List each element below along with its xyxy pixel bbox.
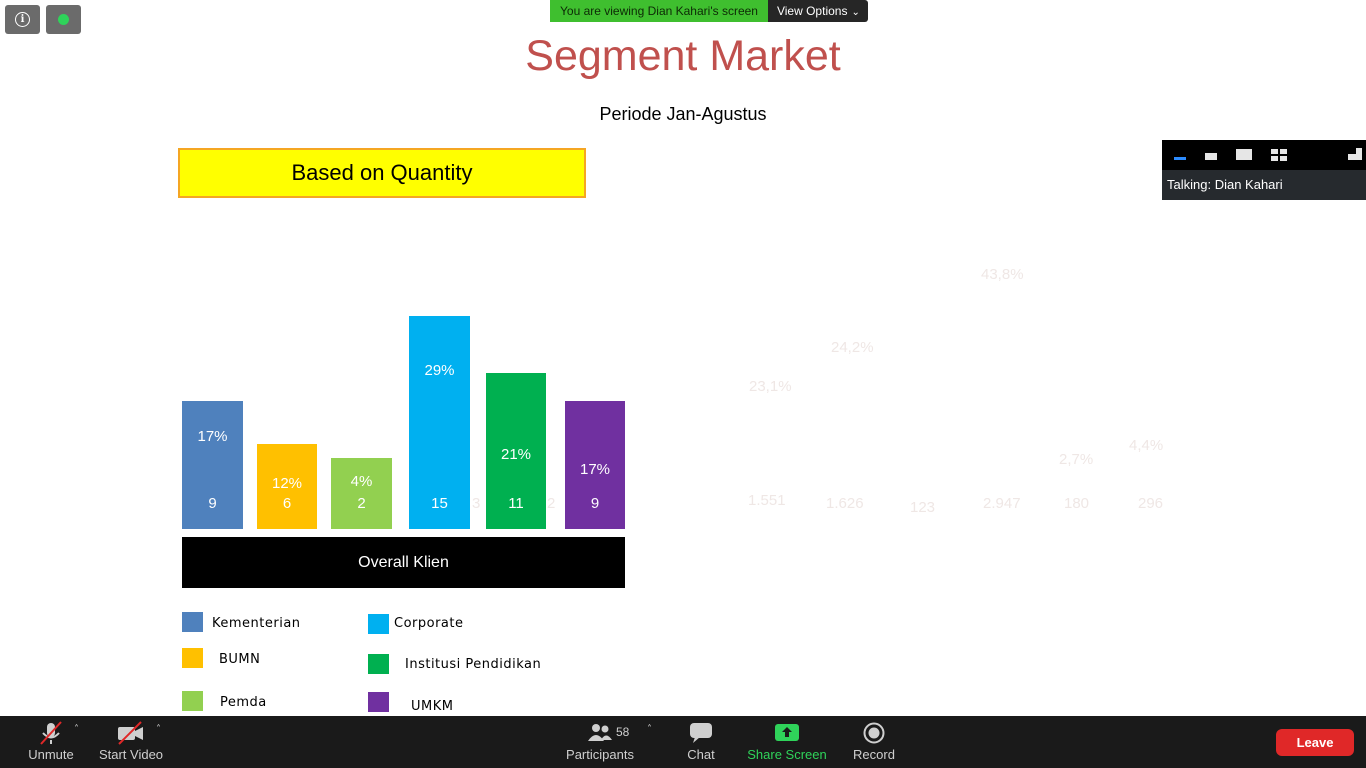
bar-pemda: 4% 2 (331, 458, 392, 529)
record-label: Record (853, 747, 895, 762)
slide-subtitle: Periode Jan-Agustus (599, 104, 767, 124)
encryption-shield-button[interactable] (46, 5, 81, 34)
ghost-value: 43,8% (981, 266, 1024, 283)
view-options-button[interactable]: View Options ⌄ (767, 0, 868, 22)
audio-options-caret[interactable]: ˄ (74, 724, 79, 735)
bar-kementerian: 17% 9 (182, 401, 243, 529)
unmute-label: Unmute (28, 747, 74, 762)
video-layout-panel: Talking: Dian Kahari (1162, 140, 1366, 200)
participants-options-caret[interactable]: ˄ (647, 724, 652, 735)
bar-value-label: 15 (431, 495, 448, 512)
legend-label-corporate: Corporate (394, 616, 464, 631)
active-speaker-icon[interactable] (1205, 153, 1217, 160)
legend-swatch-corporate (368, 614, 389, 634)
legend-swatch-kementerian (182, 612, 203, 632)
bar-percent-label: 17% (579, 461, 611, 478)
start-video-label: Start Video (98, 747, 164, 762)
share-screen-icon (775, 724, 799, 741)
pop-out-icon[interactable] (1348, 148, 1362, 160)
overall-klien-label: Overall Klien (182, 537, 625, 588)
view-options-label: View Options (776, 4, 848, 18)
ghost-value: 123 (910, 499, 936, 516)
bar-value-label: 6 (282, 495, 292, 512)
record-button[interactable]: Record (850, 716, 898, 768)
gallery-view-icon[interactable] (1271, 149, 1287, 161)
share-screen-label: Share Screen (747, 747, 827, 762)
ghost-value: 23,1% (749, 378, 792, 395)
ghost-fragment: 2 (547, 495, 556, 512)
shield-icon (58, 14, 69, 25)
legend-label-bumn: BUMN (219, 652, 261, 667)
ghost-value: 2.947 (983, 495, 1021, 512)
bar-corporate: 29% 15 (409, 316, 470, 529)
bar-institusi-pendidikan: 21% 11 (486, 373, 546, 529)
chevron-down-icon: ⌄ (851, 7, 860, 18)
bar-percent-label: 12% (271, 475, 303, 492)
ghost-value: 1.626 (826, 495, 864, 512)
bar-value-label: 11 (508, 495, 524, 512)
bar-value-label: 9 (590, 495, 600, 512)
layout-switcher (1162, 140, 1366, 170)
participants-button[interactable]: 58 Participants (562, 716, 638, 768)
ghost-value: 2,7% (1059, 451, 1094, 468)
meeting-info-button[interactable]: i (5, 5, 40, 34)
legend-label-umkm: UMKM (411, 699, 454, 714)
legend-label-pemda: Pemda (220, 695, 267, 710)
ghost-value: 24,2% (831, 339, 874, 356)
ghost-value: 1.551 (748, 492, 786, 509)
bar-percent-label: 21% (500, 446, 532, 463)
screen-share-banner: You are viewing Dian Kahari's screen Vie… (550, 0, 868, 22)
ghost-value: 180 (1064, 495, 1090, 512)
share-screen-button[interactable]: Share Screen (746, 716, 828, 768)
ghost-value: 296 (1138, 495, 1164, 512)
legend-swatch-institusi-pendidikan (368, 654, 389, 674)
ghost-fragment: 3 (472, 495, 481, 512)
participants-icon (588, 724, 612, 741)
bar-bumn: 12% 6 (257, 444, 317, 529)
ghost-value: 4,4% (1129, 437, 1164, 454)
video-options-caret[interactable]: ˄ (156, 724, 161, 735)
bar-percent-label: 4% (350, 473, 373, 490)
video-camera-off-icon (118, 721, 143, 745)
minimize-video-icon[interactable] (1174, 157, 1186, 160)
talking-indicator: Talking: Dian Kahari (1162, 170, 1366, 200)
legend-swatch-pemda (182, 691, 203, 711)
bar-value-label: 9 (208, 495, 217, 512)
microphone-muted-icon (40, 721, 62, 745)
chat-bubble-icon (690, 723, 712, 743)
chat-label: Chat (687, 747, 715, 762)
info-icon: i (15, 12, 30, 27)
bar-percent-label: 17% (197, 428, 228, 445)
participants-count: 58 (616, 725, 630, 739)
bar-umkm: 17% 9 (565, 401, 625, 529)
legend-swatch-bumn (182, 648, 203, 668)
legend-label-kementerian: Kementerian (212, 616, 301, 631)
leave-meeting-button[interactable]: Leave (1276, 729, 1354, 756)
bar-value-label: 2 (357, 495, 366, 512)
speaker-view-icon[interactable] (1236, 149, 1252, 160)
slide-title: Segment Market (525, 32, 841, 80)
based-on-quantity-box: Based on Quantity (178, 148, 586, 198)
legend-label-institusi-pendidikan: Institusi Pendidikan (405, 657, 542, 672)
bar-percent-label: 29% (424, 362, 455, 379)
legend-swatch-umkm (368, 692, 389, 712)
record-icon (863, 722, 885, 744)
participants-label: Participants (566, 747, 634, 762)
viewing-screen-text: You are viewing Dian Kahari's screen (550, 0, 768, 22)
unmute-button[interactable]: Unmute (22, 716, 80, 768)
meeting-toolbar: Unmute ˄ Start Video ˄ 58 Participants ˄… (0, 716, 1366, 768)
chat-button[interactable]: Chat (680, 716, 722, 768)
